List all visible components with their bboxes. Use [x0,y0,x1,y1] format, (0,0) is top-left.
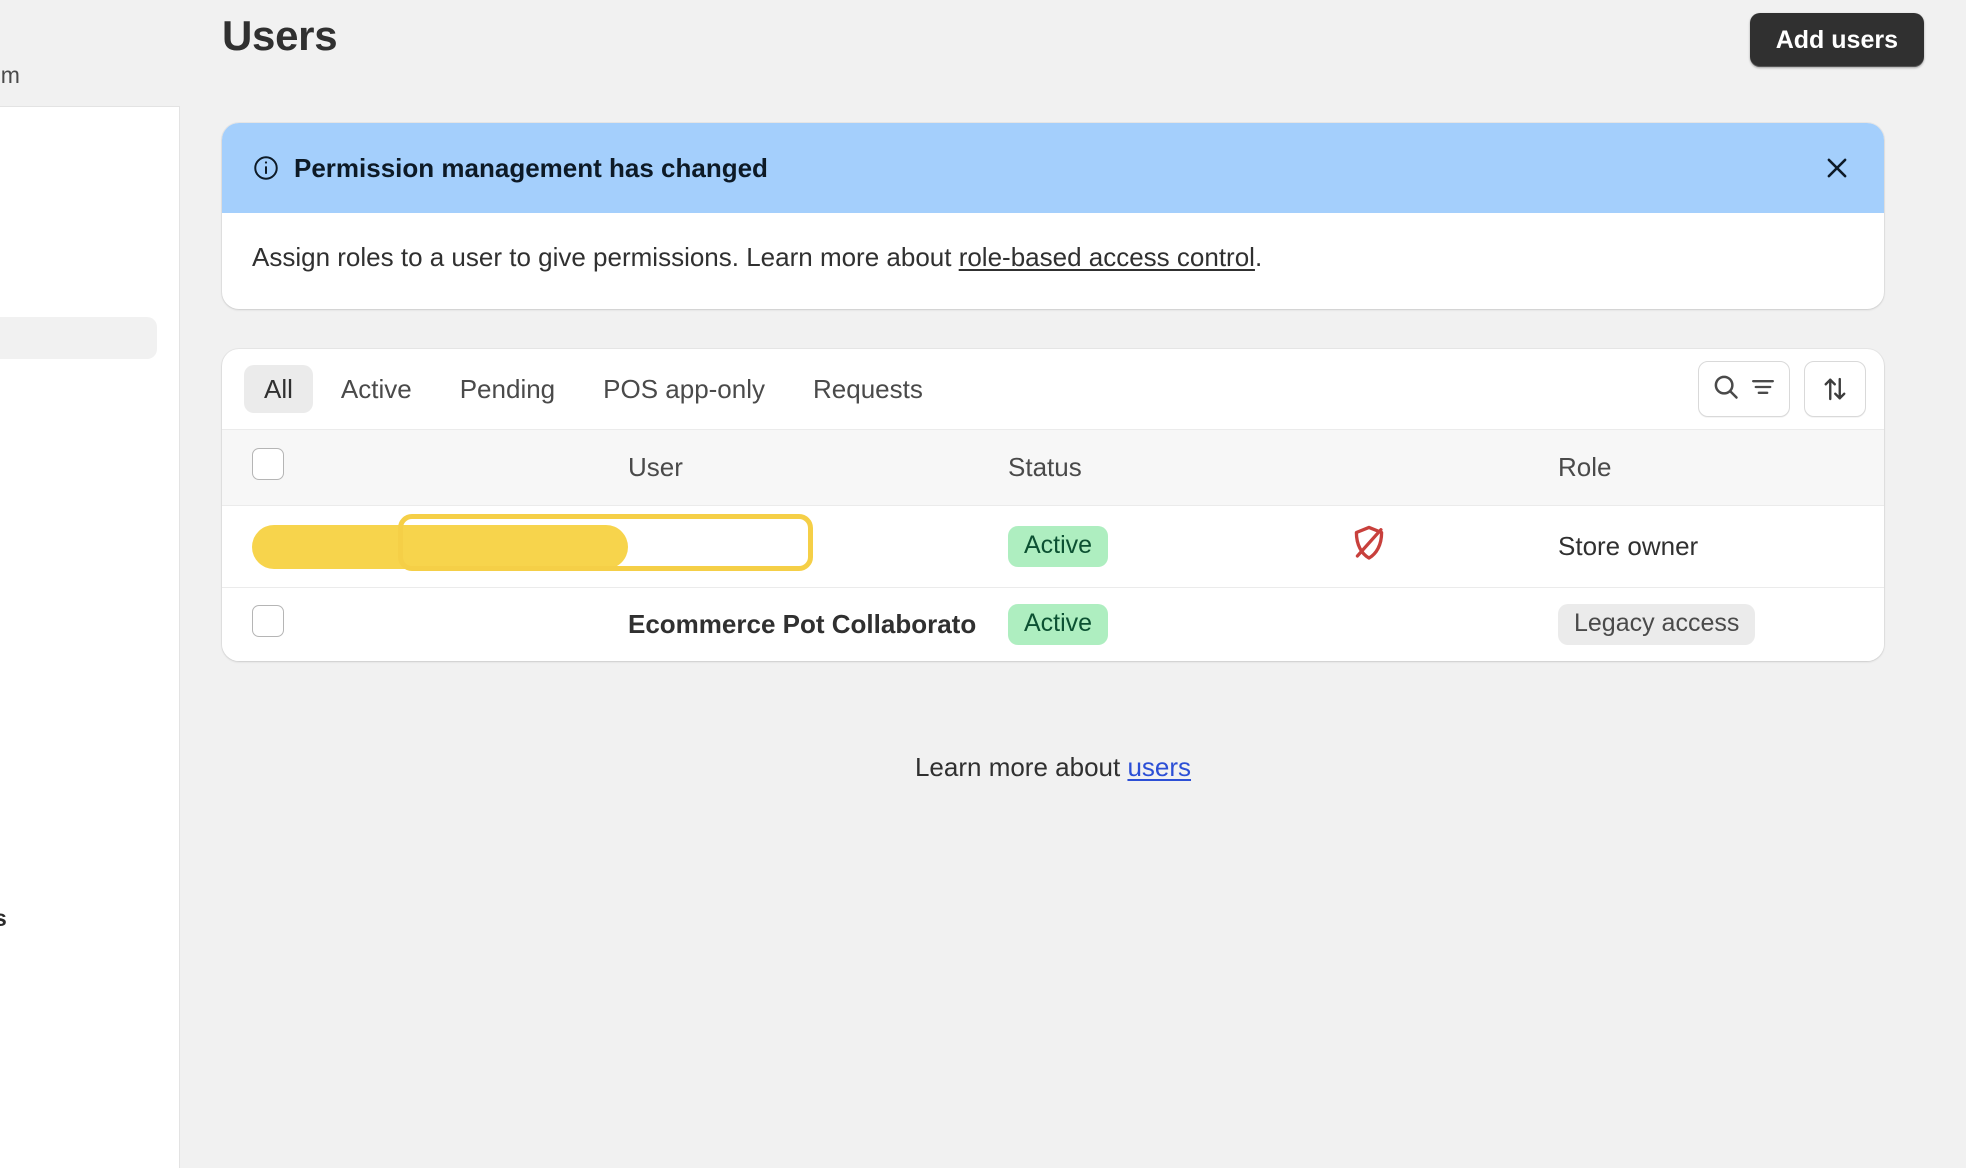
table-row[interactable]: Ecommerce Pot Collaborato Active Legacy … [222,587,1884,661]
info-circle-icon [252,154,280,182]
column-header-status: Status [1008,429,1348,506]
banner-body-suffix: . [1254,242,1263,272]
sidebar-item-active[interactable] [0,317,157,359]
banner-header: Permission management has changed [222,123,1884,213]
shield-disabled-icon [1348,525,1390,570]
footer-prefix: Learn more about [914,752,1128,782]
search-icon [1711,372,1741,407]
banner-title: Permission management has changed [294,152,768,183]
table-footer: Learn more about users [222,752,1884,783]
user-name-cell: Ecommerce Pot Collaborato [628,587,1008,661]
filter-icon [1749,373,1777,406]
banner-body-prefix: Assign roles to a user to give permissio… [252,242,959,272]
user-name-cell [628,505,1008,588]
column-header-role: Role [1558,429,1884,506]
column-header-flag [1348,429,1558,506]
flag-cell [1348,505,1558,588]
sidebar: om s [0,0,180,1168]
tab-pos-app-only[interactable]: POS app-only [583,365,785,413]
search-and-filter-button[interactable] [1698,361,1790,417]
table-header-row: User Status Role [222,429,1884,506]
add-users-button[interactable]: Add users [1749,13,1924,67]
table-head: User Status Role [222,429,1884,506]
role-cell: Legacy access [1558,587,1884,661]
column-header-user: User [628,429,1008,506]
banner-body: Assign roles to a user to give permissio… [222,213,1884,309]
tabs-bar: All Active Pending POS app-only Requests [222,349,1884,429]
status-badge: Active [1008,526,1109,567]
users-learn-more-link[interactable]: users [1127,752,1191,782]
tab-active[interactable]: Active [321,365,432,413]
status-badge: Active [1008,604,1109,645]
permission-banner: Permission management has changed Assign… [222,123,1884,309]
role-pill: Legacy access [1558,604,1756,645]
row-select-cell [222,587,628,661]
sidebar-bottom-label: s [0,905,7,931]
status-cell: Active [1008,587,1348,661]
sidebar-store-domain: om [0,62,20,88]
flag-cell [1348,587,1558,661]
redacted-user-name-bar [252,524,628,569]
role-based-access-control-link[interactable]: role-based access control [959,242,1255,272]
main-content: Users Add users Permission management ha… [180,0,1966,1168]
sort-arrows-icon[interactable] [1804,361,1866,417]
page-header: Users Add users [222,8,1924,70]
row-checkbox[interactable] [252,605,284,637]
tab-pending[interactable]: Pending [440,365,575,413]
close-icon[interactable] [1818,149,1856,187]
user-name-label: Ecommerce Pot Collaborato [628,609,977,639]
table-body: Active Store owner Ecommerce Pot Collabo… [222,505,1884,661]
users-table-card: All Active Pending POS app-only Requests [222,349,1884,661]
users-table: User Status Role Active Store owner Ecom… [222,429,1884,661]
table-row[interactable]: Active Store owner [222,505,1884,588]
tab-all[interactable]: All [244,365,313,413]
row-select-cell [222,505,628,588]
page-title: Users [222,12,338,59]
sidebar-header: om [0,0,180,107]
select-all-header [222,429,628,506]
role-cell: Store owner [1558,505,1884,588]
status-cell: Active [1008,505,1348,588]
tab-requests[interactable]: Requests [793,365,943,413]
select-all-checkbox[interactable] [252,448,284,480]
